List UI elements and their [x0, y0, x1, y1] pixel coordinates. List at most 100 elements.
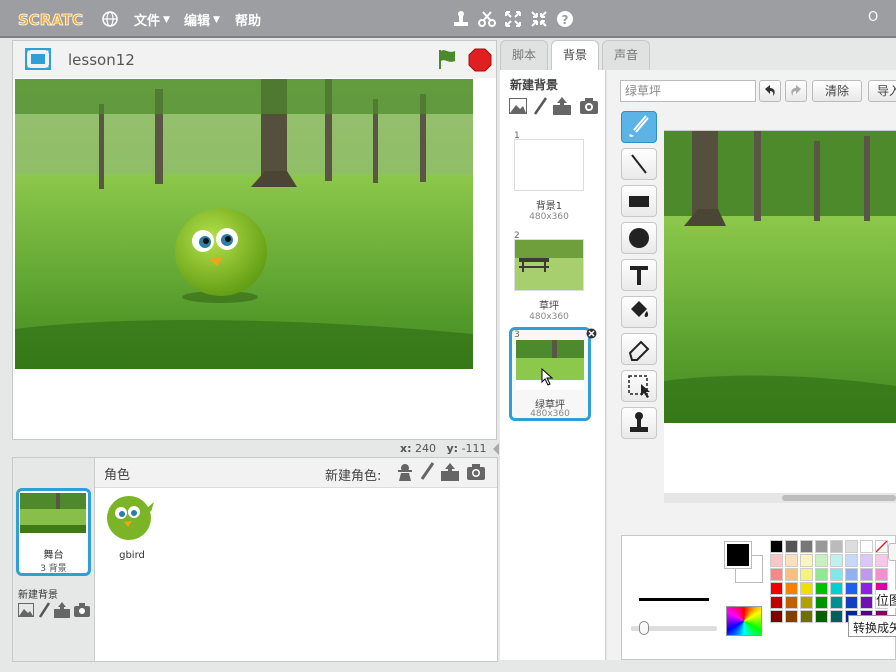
color-swatch[interactable] — [830, 568, 843, 581]
swap-colors-button[interactable] — [888, 543, 896, 561]
paint-brush-icon[interactable] — [38, 602, 50, 618]
color-swatch[interactable] — [860, 582, 873, 595]
backdrop-item[interactable]: 草坪 480x360 — [508, 239, 590, 322]
color-swatch[interactable] — [845, 540, 858, 553]
color-swatch[interactable] — [860, 596, 873, 609]
color-swatch[interactable] — [800, 582, 813, 595]
color-swatch[interactable] — [785, 582, 798, 595]
grow-icon[interactable] — [503, 9, 523, 29]
upload-icon[interactable] — [54, 602, 70, 618]
backdrop-library-icon[interactable] — [509, 98, 527, 114]
clear-button[interactable]: 清除 — [812, 80, 862, 102]
color-swatch[interactable] — [830, 610, 843, 623]
color-swatch[interactable] — [845, 568, 858, 581]
color-swatch[interactable] — [860, 568, 873, 581]
delete-backdrop-icon[interactable] — [586, 328, 597, 339]
scissors-icon[interactable] — [477, 9, 497, 29]
color-swatch[interactable] — [860, 540, 873, 553]
backdrop-library-icon[interactable] — [18, 603, 34, 617]
upload-icon[interactable] — [440, 462, 460, 482]
tab-scripts[interactable]: 脚本 — [500, 40, 548, 70]
duplicate-stamp-icon[interactable] — [451, 9, 471, 29]
color-swatch[interactable] — [845, 554, 858, 567]
color-swatch[interactable] — [785, 596, 798, 609]
paint-brush-icon[interactable] — [419, 462, 435, 482]
slider-handle[interactable] — [639, 621, 649, 635]
help-icon[interactable]: ? — [555, 9, 575, 29]
brush-tool[interactable] — [621, 111, 657, 143]
color-swatch[interactable] — [800, 540, 813, 553]
sprite-library-icon[interactable] — [396, 462, 414, 482]
color-swatch[interactable] — [770, 568, 783, 581]
color-swatch[interactable] — [800, 596, 813, 609]
camera-icon[interactable] — [580, 98, 598, 114]
color-swatch[interactable] — [815, 596, 828, 609]
select-tool[interactable] — [621, 370, 657, 402]
color-swatch[interactable] — [785, 568, 798, 581]
tab-sounds[interactable]: 声音 — [602, 40, 650, 70]
color-swatch[interactable] — [815, 540, 828, 553]
color-swatch[interactable] — [815, 610, 828, 623]
color-swatch[interactable] — [770, 540, 783, 553]
sprite-item[interactable] — [107, 492, 155, 548]
redo-button[interactable] — [785, 80, 807, 102]
color-swatch[interactable] — [815, 582, 828, 595]
color-swatch[interactable] — [800, 554, 813, 567]
import-button[interactable]: 导入 — [868, 80, 896, 102]
color-picker-rainbow[interactable] — [726, 606, 762, 636]
ellipse-tool[interactable] — [621, 222, 657, 254]
color-swatch[interactable] — [875, 568, 888, 581]
paint-canvas[interactable] — [664, 130, 896, 503]
color-swatch[interactable] — [770, 582, 783, 595]
primary-color[interactable] — [724, 541, 752, 569]
convert-to-vector-button[interactable]: 转换成矢 — [848, 615, 896, 637]
scrollbar-thumb[interactable] — [782, 495, 896, 501]
color-swatch[interactable] — [830, 582, 843, 595]
upload-icon[interactable] — [553, 97, 571, 115]
line-tool[interactable] — [621, 148, 657, 180]
account-label[interactable]: O — [868, 10, 878, 25]
color-swatch[interactable] — [845, 596, 858, 609]
menu-help[interactable]: 帮助 — [235, 10, 261, 29]
color-swatch[interactable] — [815, 554, 828, 567]
color-swatch[interactable] — [815, 568, 828, 581]
color-swatch[interactable] — [875, 554, 888, 567]
camera-icon[interactable] — [74, 603, 90, 617]
project-title[interactable]: lesson12 — [68, 51, 135, 69]
color-swatch[interactable] — [830, 554, 843, 567]
eraser-tool[interactable] — [621, 333, 657, 365]
color-swatch[interactable] — [770, 554, 783, 567]
stage-canvas[interactable] — [15, 79, 473, 369]
scratch-logo[interactable]: SCRATCH — [16, 7, 84, 31]
color-swatch[interactable] — [800, 568, 813, 581]
undo-button[interactable] — [759, 80, 781, 102]
color-swatch[interactable] — [785, 610, 798, 623]
backdrop-item-selected[interactable]: 3 绿草坪 480x360 — [509, 327, 597, 421]
stamp-tool[interactable] — [621, 407, 657, 439]
text-tool[interactable] — [621, 259, 657, 291]
stop-icon[interactable] — [468, 48, 492, 72]
color-swatch[interactable] — [830, 540, 843, 553]
color-swatch[interactable] — [770, 596, 783, 609]
rectangle-tool[interactable] — [621, 185, 657, 217]
line-width-slider[interactable] — [631, 621, 717, 635]
color-swatch[interactable] — [770, 610, 783, 623]
color-swatch[interactable] — [785, 540, 798, 553]
color-swatch[interactable] — [800, 610, 813, 623]
stage-thumbnail-item[interactable]: 舞台 3 背景 — [16, 488, 91, 576]
shrink-icon[interactable] — [529, 9, 549, 29]
color-swatch[interactable] — [785, 554, 798, 567]
tab-backdrops[interactable]: 背景 — [551, 40, 599, 71]
horizontal-scrollbar[interactable] — [664, 493, 896, 503]
no-color-swatch[interactable] — [875, 540, 888, 553]
color-swatch[interactable] — [830, 596, 843, 609]
green-flag-icon[interactable] — [435, 47, 459, 71]
collapse-handle-icon[interactable] — [492, 442, 500, 456]
backdrop-name-field[interactable]: 绿草坪 — [620, 80, 756, 102]
color-swatch[interactable] — [860, 554, 873, 567]
globe-icon[interactable] — [101, 10, 119, 28]
menu-edit[interactable]: 编辑 ▼ — [184, 10, 220, 29]
menu-file[interactable]: 文件 ▼ — [134, 10, 170, 29]
camera-icon[interactable] — [466, 463, 486, 481]
paint-brush-icon[interactable] — [533, 97, 547, 115]
